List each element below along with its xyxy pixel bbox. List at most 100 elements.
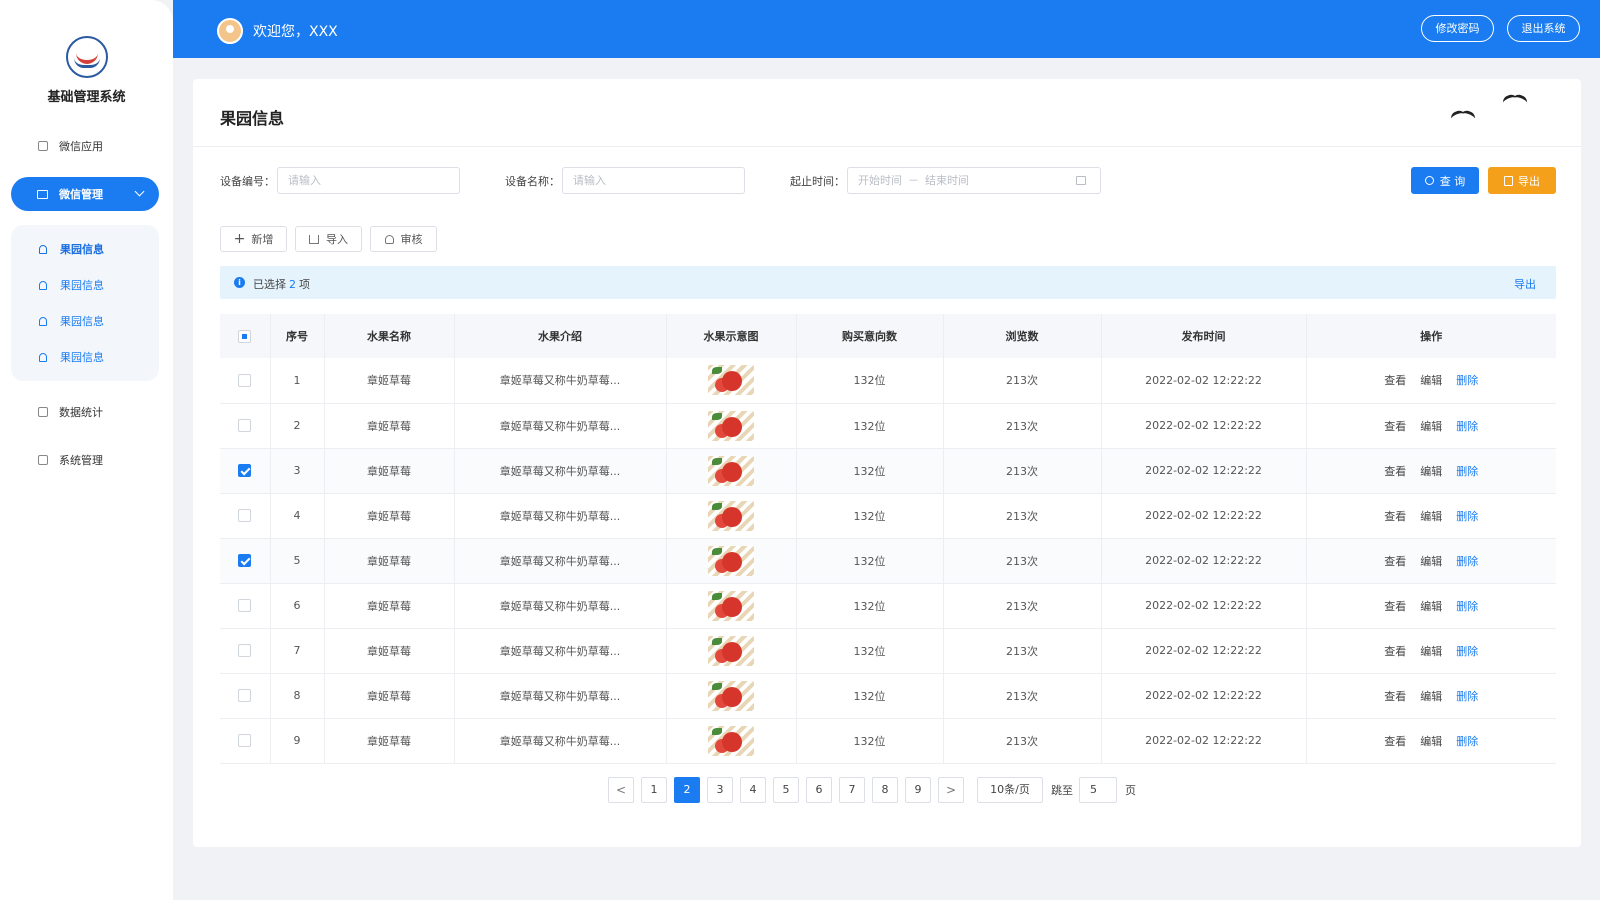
page-button[interactable]: 9 — [905, 777, 931, 803]
delete-link[interactable]: 删除 — [1456, 555, 1478, 568]
strawberry-thumbnail[interactable] — [708, 500, 754, 531]
next-page-button[interactable]: > — [938, 777, 964, 803]
delete-link[interactable]: 删除 — [1456, 510, 1478, 523]
strawberry-thumbnail[interactable] — [708, 545, 754, 576]
cell-fruit-intro: 章姬草莓又称牛奶草莓... — [454, 628, 667, 674]
app-icon — [38, 141, 48, 151]
page-button[interactable]: 3 — [707, 777, 733, 803]
page-size-select[interactable]: 10条/页 — [977, 777, 1043, 803]
submenu-item-orchard-info[interactable]: 果园信息 — [11, 339, 159, 375]
delete-link[interactable]: 删除 — [1456, 374, 1478, 387]
prev-page-button[interactable]: < — [608, 777, 634, 803]
view-link[interactable]: 查看 — [1384, 690, 1406, 703]
delete-link[interactable]: 删除 — [1456, 420, 1478, 433]
selection-export-link[interactable]: 导出 — [1514, 276, 1536, 292]
delete-link[interactable]: 删除 — [1456, 690, 1478, 703]
avatar[interactable] — [217, 18, 243, 44]
strawberry-thumbnail[interactable] — [708, 365, 754, 396]
delete-link[interactable]: 删除 — [1456, 735, 1478, 748]
device-name-input[interactable]: 请输入 — [562, 167, 745, 194]
edit-link[interactable]: 编辑 — [1420, 374, 1442, 387]
edit-link[interactable]: 编辑 — [1420, 510, 1442, 523]
row-checkbox[interactable] — [238, 734, 252, 748]
review-button[interactable]: 审核 — [370, 226, 437, 252]
strawberry-thumbnail[interactable] — [708, 410, 754, 441]
page-button[interactable]: 5 — [773, 777, 799, 803]
export-button[interactable]: 导出 — [1488, 167, 1556, 194]
edit-link[interactable]: 编辑 — [1420, 420, 1442, 433]
chart-icon — [38, 407, 48, 417]
jump-page-input[interactable]: 5 — [1079, 777, 1117, 803]
table-row: 4 章姬草莓 章姬草莓又称牛奶草莓... 132位 213次 2022-02-02 12:… — [220, 493, 1556, 539]
nav-item-wechat-app[interactable]: 微信应用 — [0, 129, 173, 163]
strawberry-thumbnail[interactable] — [708, 590, 754, 621]
strawberry-thumbnail[interactable] — [708, 680, 754, 711]
change-password-button[interactable]: 修改密码 — [1421, 15, 1494, 42]
row-select-cell — [220, 448, 271, 494]
select-all-cell — [220, 314, 271, 358]
view-link[interactable]: 查看 — [1384, 420, 1406, 433]
submenu-item-orchard-info[interactable]: 果园信息 — [11, 303, 159, 339]
row-checkbox[interactable] — [238, 644, 252, 658]
row-checkbox[interactable] — [238, 464, 252, 478]
date-separator: － — [908, 174, 919, 187]
submenu-item-orchard-info[interactable]: 果园信息 — [11, 267, 159, 303]
page-button[interactable]: 4 — [740, 777, 766, 803]
row-checkbox[interactable] — [238, 509, 252, 523]
col-header: 水果介绍 — [454, 314, 667, 358]
strawberry-thumbnail[interactable] — [708, 455, 754, 486]
strawberry-thumbnail[interactable] — [708, 725, 754, 756]
sidebar: 基础管理系统 微信应用 微信管理 果园信息 果园信息 果园信息 果园信息 数据统… — [0, 0, 173, 900]
cell-fruit-image — [666, 718, 797, 764]
cell-fruit-name: 章姬草莓 — [324, 673, 455, 719]
view-link[interactable]: 查看 — [1384, 600, 1406, 613]
edit-link[interactable]: 编辑 — [1420, 735, 1442, 748]
edit-link[interactable]: 编辑 — [1420, 555, 1442, 568]
cell-actions: 查看 编辑 删除 — [1306, 673, 1556, 719]
cell-no: 1 — [270, 358, 325, 404]
row-checkbox[interactable] — [238, 599, 252, 613]
row-checkbox[interactable] — [238, 689, 252, 703]
edit-link[interactable]: 编辑 — [1420, 600, 1442, 613]
page-button[interactable]: 6 — [806, 777, 832, 803]
nav-item-wechat-manage[interactable]: 微信管理 — [11, 177, 159, 211]
page-button[interactable]: 8 — [872, 777, 898, 803]
view-link[interactable]: 查看 — [1384, 645, 1406, 658]
add-button[interactable]: + 新增 — [220, 226, 287, 252]
edit-link[interactable]: 编辑 — [1420, 690, 1442, 703]
cell-views: 213次 — [943, 493, 1102, 539]
view-link[interactable]: 查看 — [1384, 510, 1406, 523]
edit-link[interactable]: 编辑 — [1420, 465, 1442, 478]
nav-item-label: 系统管理 — [59, 454, 103, 467]
delete-link[interactable]: 删除 — [1456, 600, 1478, 613]
page-button[interactable]: 2 — [674, 777, 700, 803]
view-link[interactable]: 查看 — [1384, 374, 1406, 387]
view-link[interactable]: 查看 — [1384, 465, 1406, 478]
strawberry-thumbnail[interactable] — [708, 635, 754, 666]
row-checkbox[interactable] — [238, 554, 252, 568]
cell-intent: 132位 — [796, 403, 944, 449]
date-range-picker[interactable]: 开始时间 － 结束时间 — [847, 167, 1101, 194]
row-checkbox[interactable] — [238, 419, 252, 433]
nav-item-system-manage[interactable]: 系统管理 — [0, 443, 173, 477]
select-all-checkbox[interactable] — [238, 329, 252, 343]
logout-button[interactable]: 退出系统 — [1507, 15, 1580, 42]
edit-link[interactable]: 编辑 — [1420, 645, 1442, 658]
nav-item-data-stats[interactable]: 数据统计 — [0, 395, 173, 429]
cell-fruit-image — [666, 538, 797, 584]
query-button[interactable]: 查 询 — [1411, 167, 1479, 194]
page-button[interactable]: 7 — [839, 777, 865, 803]
device-id-input[interactable]: 请输入 — [277, 167, 460, 194]
page-button[interactable]: 1 — [641, 777, 667, 803]
row-checkbox[interactable] — [238, 374, 252, 387]
view-link[interactable]: 查看 — [1384, 555, 1406, 568]
submenu-item-orchard-info[interactable]: 果园信息 — [11, 231, 159, 267]
cell-publish-time: 2022-02-02 12:22:22 — [1101, 403, 1307, 449]
delete-link[interactable]: 删除 — [1456, 465, 1478, 478]
cell-actions: 查看 编辑 删除 — [1306, 583, 1556, 629]
delete-link[interactable]: 删除 — [1456, 645, 1478, 658]
col-header: 购买意向数 — [796, 314, 944, 358]
import-button[interactable]: 导入 — [295, 226, 362, 252]
row-select-cell — [220, 718, 271, 764]
view-link[interactable]: 查看 — [1384, 735, 1406, 748]
